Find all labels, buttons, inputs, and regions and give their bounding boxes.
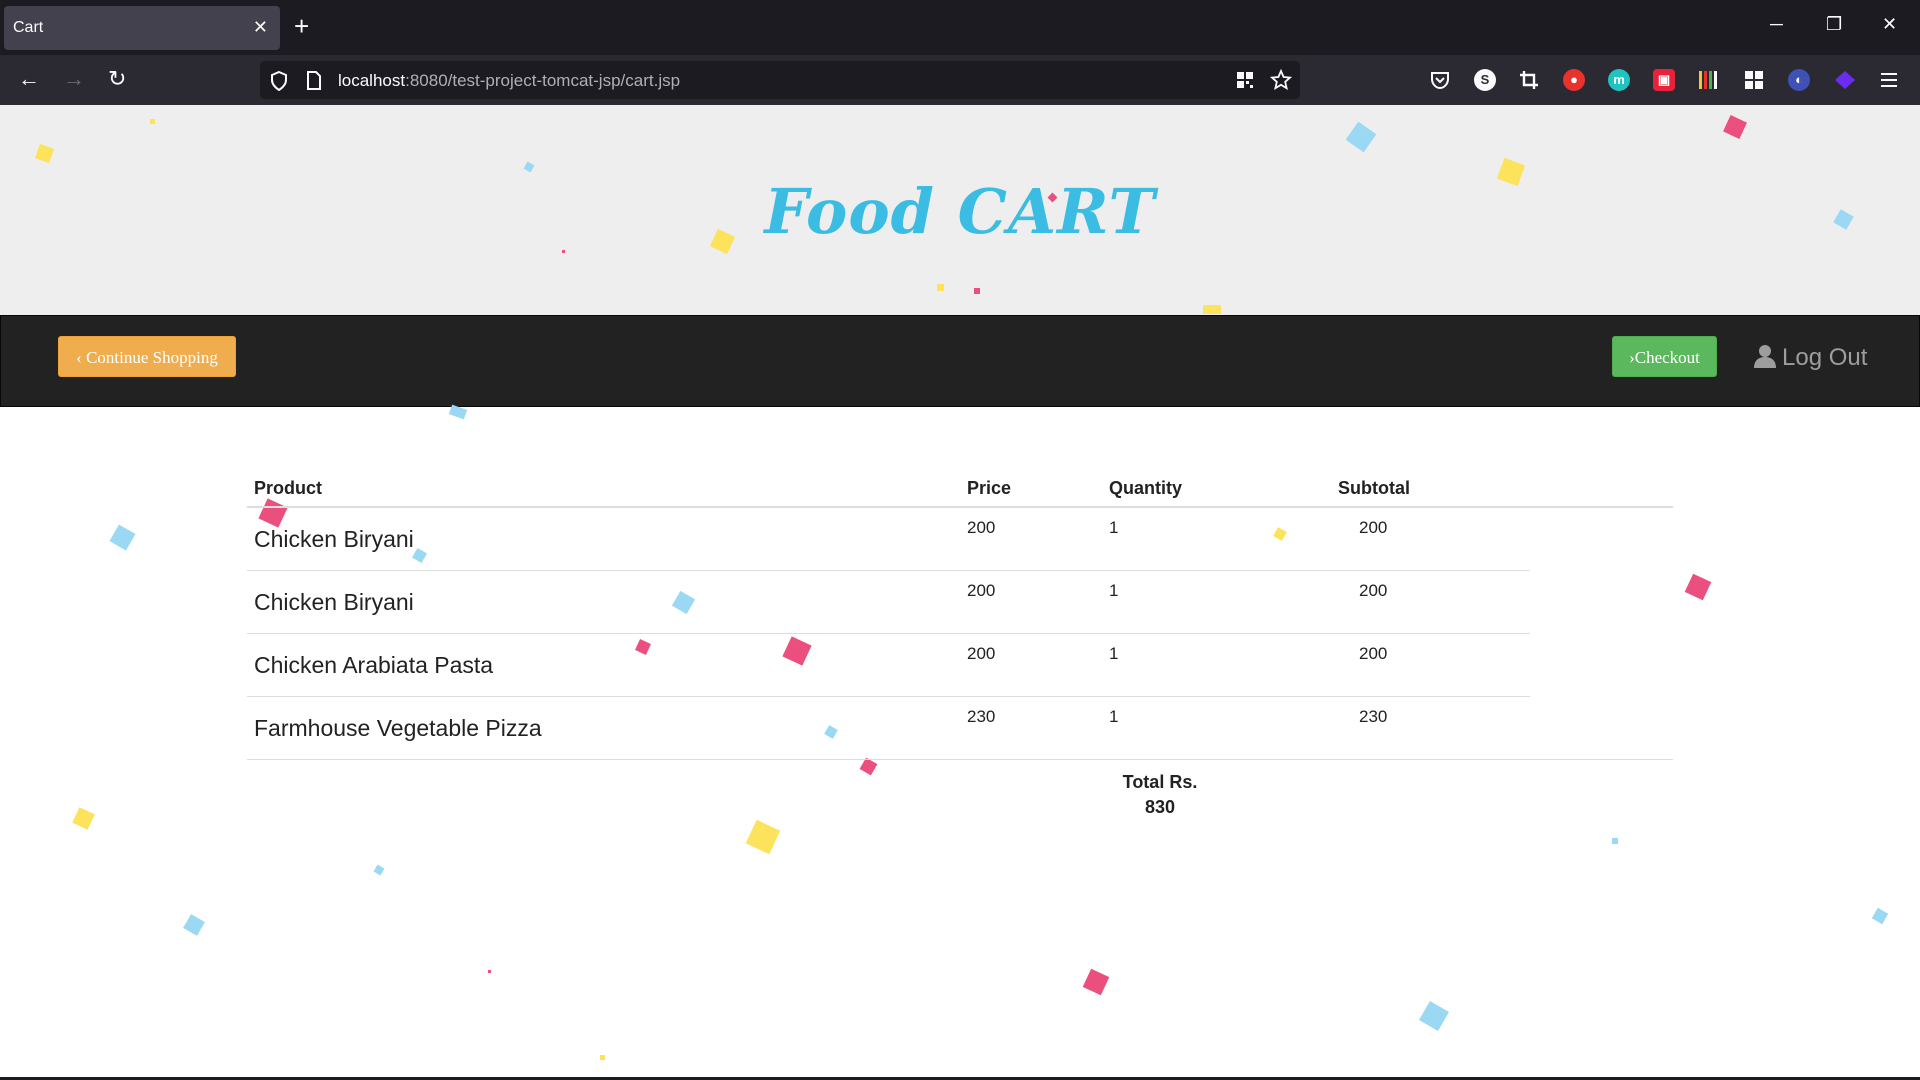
restore-button[interactable]: ❐ — [1826, 14, 1842, 34]
shield-icon[interactable] — [270, 71, 288, 91]
product-quantity: 1 — [1109, 707, 1119, 726]
page-header: Food CART — [0, 105, 1920, 315]
total-value: 830 — [1144, 797, 1176, 817]
total-label: Total Rs. — [1122, 772, 1198, 792]
product-name: Chicken Biryani — [254, 589, 414, 615]
confetti-piece — [150, 119, 155, 124]
checkout-button[interactable]: ›Checkout — [1612, 336, 1717, 377]
confetti-piece — [183, 914, 205, 936]
product-name: Chicken Biryani — [254, 526, 414, 552]
bars-extension-icon[interactable] — [1698, 69, 1720, 91]
m-extension-icon[interactable]: m — [1608, 69, 1630, 91]
confetti-piece — [72, 807, 95, 830]
table-header: Product Price Quantity Subtotal — [247, 470, 1673, 508]
column-header-subtotal: Subtotal — [1338, 478, 1410, 498]
tomato-extension-icon[interactable]: ● — [1563, 69, 1585, 91]
qr-code-icon[interactable] — [1236, 71, 1254, 89]
new-tab-button[interactable]: + — [294, 12, 309, 40]
crop-icon[interactable] — [1518, 69, 1540, 91]
tab-title: Cart — [13, 19, 44, 36]
reload-button[interactable]: ↻ — [108, 66, 126, 92]
skype-extension-icon[interactable]: S — [1474, 69, 1496, 91]
confetti-piece — [1203, 305, 1221, 314]
product-subtotal: 200 — [1359, 644, 1388, 663]
column-header-price: Price — [967, 478, 1012, 498]
tab-close-icon[interactable]: ✕ — [253, 17, 268, 37]
minimize-button[interactable]: ─ — [1770, 14, 1783, 34]
confetti-piece — [373, 864, 385, 876]
browser-tab-bar: Cart ✕ + ─ ❐ ✕ — [0, 0, 1920, 55]
confetti-piece — [109, 524, 136, 551]
user-icon — [1754, 345, 1776, 368]
url-path: :8080/test-project-tomcat-jsp/cart.jsp — [405, 71, 681, 90]
cart-total: Total Rs. 830 — [1085, 770, 1235, 820]
site-navbar: ‹ Continue Shopping ›Checkout Log Out — [0, 315, 1920, 407]
product-price: 200 — [967, 518, 996, 537]
browser-toolbar: ← → ↻ localhost:8080/test-project-tomcat… — [0, 55, 1920, 105]
continue-shopping-button[interactable]: ‹ Continue Shopping — [58, 336, 236, 377]
product-quantity: 1 — [1109, 581, 1119, 600]
table-row: Chicken Biryani 200 1 200 — [247, 508, 1530, 571]
product-subtotal: 200 — [1359, 581, 1388, 600]
confetti-piece — [600, 1055, 605, 1060]
table-row: Chicken Biryani 200 1 200 — [247, 571, 1530, 634]
forward-button[interactable]: → — [63, 66, 85, 92]
chevron-left-icon: ‹ — [76, 348, 82, 367]
product-price: 200 — [967, 644, 996, 663]
confetti-piece — [745, 819, 781, 855]
confetti-piece — [562, 250, 565, 253]
window-close-button[interactable]: ✕ — [1882, 14, 1897, 34]
diamond-extension-icon[interactable] — [1833, 69, 1857, 91]
logout-label: Log Out — [1782, 344, 1868, 371]
bookmark-star-icon[interactable] — [1270, 69, 1292, 91]
confetti-piece — [1082, 968, 1110, 996]
menu-icon[interactable] — [1880, 71, 1898, 89]
product-quantity: 1 — [1109, 644, 1119, 663]
confetti-piece — [1684, 573, 1712, 601]
checkout-label: Checkout — [1634, 348, 1700, 367]
logout-link[interactable]: Log Out — [1754, 344, 1867, 372]
product-price: 200 — [967, 581, 996, 600]
product-subtotal: 230 — [1359, 707, 1388, 726]
product-subtotal: 200 — [1359, 518, 1388, 537]
lock-extension-icon[interactable]: ▣ — [1653, 69, 1675, 91]
browser-tab[interactable]: Cart ✕ — [4, 6, 280, 50]
confetti-piece — [1612, 838, 1618, 844]
page-icon[interactable] — [306, 71, 322, 90]
confetti-piece — [1871, 907, 1889, 925]
confetti-piece — [974, 288, 980, 294]
brand-title: Food CART — [764, 175, 1156, 248]
product-quantity: 1 — [1109, 518, 1119, 537]
apps-extension-icon[interactable] — [1743, 69, 1765, 91]
product-name: Farmhouse Vegetable Pizza — [254, 715, 542, 741]
table-row: Chicken Arabiata Pasta 200 1 200 — [247, 634, 1530, 697]
cart-table: Product Price Quantity Subtotal Chicken … — [247, 470, 1673, 760]
confetti-piece — [859, 757, 878, 776]
continue-shopping-label: Continue Shopping — [86, 348, 218, 367]
column-header-product: Product — [254, 478, 323, 498]
confetti-piece — [1418, 1000, 1450, 1032]
url-host: localhost — [338, 71, 406, 90]
globe-extension-icon[interactable]: ◐ — [1788, 69, 1810, 91]
url-text[interactable]: localhost:8080/test-project-tomcat-jsp/c… — [338, 71, 680, 91]
product-name: Chicken Arabiata Pasta — [254, 652, 494, 678]
column-header-quantity: Quantity — [1109, 478, 1183, 498]
address-bar[interactable]: localhost:8080/test-project-tomcat-jsp/c… — [260, 61, 1300, 99]
pocket-icon[interactable] — [1429, 69, 1451, 91]
confetti-piece — [937, 284, 944, 291]
table-row: Farmhouse Vegetable Pizza 230 1 230 — [247, 697, 1673, 760]
confetti-piece — [488, 970, 491, 973]
product-price: 230 — [967, 707, 996, 726]
back-button[interactable]: ← — [18, 66, 40, 92]
